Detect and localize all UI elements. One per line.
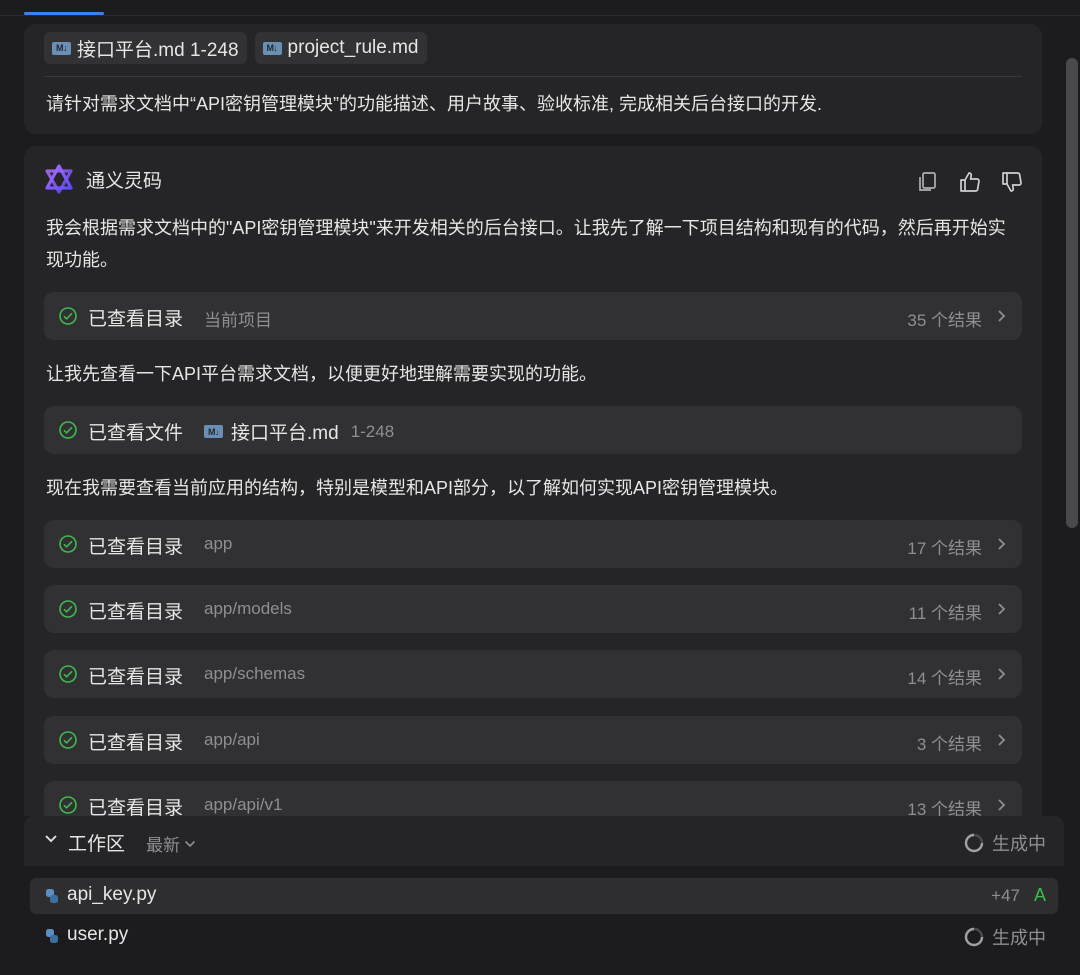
status-label: 生成中 [992, 834, 1046, 854]
result-count: 17 个结果 [907, 539, 982, 558]
chevron-right-icon [998, 668, 1006, 680]
context-chips: M↓ 接口平台.md 1-248 M↓ project_rule.md [44, 32, 427, 64]
tool-action: 已查看目录 [88, 602, 184, 623]
workspace-file-row[interactable]: user.py 生成中 [30, 918, 1058, 954]
tool-call-row[interactable]: 已查看目录 当前项目 35 个结果 [44, 292, 1022, 340]
user-message-card: M↓ 接口平台.md 1-248 M↓ project_rule.md 请针对需… [24, 24, 1042, 134]
chevron-right-icon [998, 310, 1006, 322]
active-tab-indicator [24, 12, 104, 15]
chip-label: 接口平台.md 1-248 [77, 39, 239, 61]
workspace-file-row[interactable]: api_key.py +47 A [30, 878, 1058, 914]
assistant-header: 通义灵码 [44, 164, 162, 194]
tool-target: app [204, 534, 233, 553]
context-chip-project-rule[interactable]: M↓ project_rule.md [254, 32, 427, 64]
tool-action: 已查看目录 [88, 537, 184, 558]
chevron-down-icon [184, 840, 196, 847]
scrollbar[interactable] [1066, 58, 1078, 528]
tool-call-row[interactable]: 已查看目录 app/schemas 14 个结果 [44, 650, 1022, 698]
check-circle-icon [59, 731, 77, 749]
line-range: 1-248 [350, 421, 395, 441]
assistant-response-card: 通义灵码 我会根据需求文档中的"API密钥管理模块"来开发相关的后台接口。让我先… [24, 146, 1042, 816]
chevron-right-icon [998, 538, 1006, 550]
status-label: 生成中 [992, 928, 1046, 948]
workspace-header[interactable]: 工作区 最新 生成中 [24, 816, 1064, 866]
check-circle-icon [59, 665, 77, 683]
assistant-name: 通义灵码 [86, 170, 163, 192]
file-name: 接口平台.md [231, 423, 339, 444]
context-chip-requirements[interactable]: M↓ 接口平台.md 1-248 [44, 32, 247, 64]
result-count: 3 个结果 [916, 735, 982, 754]
tool-target: app/models [204, 599, 292, 618]
assistant-paragraph: 让我先查看一下API平台需求文档，以便更好地理解需要实现的功能。 [46, 364, 598, 384]
tool-call-row[interactable]: 已查看目录 app/api/v1 13 个结果 [44, 781, 1022, 816]
sort-filter-label: 最新 [146, 836, 180, 855]
chevron-right-icon [998, 799, 1006, 811]
tool-call-row[interactable]: 已查看目录 app 17 个结果 [44, 520, 1022, 568]
tool-target: 当前项目 [204, 311, 272, 330]
file-name: api_key.py [67, 884, 157, 905]
check-circle-icon [59, 796, 77, 814]
chevron-right-icon [998, 734, 1006, 746]
check-circle-icon [59, 307, 77, 325]
thumbs-down-icon[interactable] [1000, 170, 1024, 194]
tool-call-row[interactable]: 已查看文件 M↓ 接口平台.md 1-248 [44, 406, 1022, 454]
sort-filter-dropdown[interactable]: 最新 [146, 831, 196, 856]
check-circle-icon [59, 421, 77, 439]
result-count: 14 个结果 [907, 669, 982, 688]
tool-action: 已查看目录 [88, 309, 184, 330]
tool-target: app/api/v1 [204, 795, 283, 814]
added-badge: A [1033, 885, 1046, 905]
tool-call-row[interactable]: 已查看目录 app/api 3 个结果 [44, 716, 1022, 764]
response-actions [916, 170, 1024, 194]
spinner-icon [964, 927, 984, 947]
generating-status: 生成中 [964, 924, 1046, 950]
result-count: 11 个结果 [908, 604, 982, 623]
file-reference[interactable]: M↓ 接口平台.md 1-248 [204, 418, 394, 445]
chip-label: project_rule.md [287, 37, 419, 58]
file-name: user.py [67, 924, 129, 945]
spinner-icon [964, 833, 984, 853]
result-count: 35 个结果 [907, 311, 982, 330]
tool-action: 已查看文件 [88, 423, 184, 444]
python-file-icon [46, 889, 58, 903]
workspace-title: 工作区 [68, 834, 126, 855]
markdown-icon: M↓ [52, 41, 71, 55]
tool-action: 已查看目录 [88, 798, 184, 816]
tongyi-logo-icon [45, 164, 73, 194]
workspace-panel: 工作区 最新 生成中 api_key.py +47 A user.py 生成中 [24, 816, 1064, 975]
tool-target: app/schemas [204, 664, 306, 683]
markdown-icon: M↓ [262, 41, 282, 55]
tool-action: 已查看目录 [88, 667, 184, 688]
thumbs-up-icon[interactable] [958, 170, 982, 194]
divider [44, 76, 1022, 77]
markdown-icon: M↓ [204, 425, 223, 438]
assistant-paragraph: 我会根据需求文档中的"API密钥管理模块"来开发相关的后台接口。让我先了解一下项… [46, 218, 1006, 270]
generating-status: 生成中 [964, 830, 1046, 856]
check-circle-icon [59, 600, 77, 618]
chevron-right-icon [998, 603, 1006, 615]
tool-target: app/api [204, 730, 260, 749]
top-bar [0, 0, 1080, 16]
lines-added: +47 [991, 886, 1020, 905]
copy-icon[interactable] [916, 170, 940, 194]
check-circle-icon [59, 535, 77, 553]
user-message-text: 请针对需求文档中“API密钥管理模块”的功能描述、用户故事、验收标准, 完成相关… [46, 94, 822, 114]
tool-action: 已查看目录 [88, 733, 184, 754]
assistant-paragraph: 现在我需要查看当前应用的结构，特别是模型和API部分，以了解如何实现API密钥管… [46, 478, 789, 498]
result-count: 13 个结果 [907, 800, 982, 816]
tool-call-row[interactable]: 已查看目录 app/models 11 个结果 [44, 585, 1022, 633]
chevron-down-icon[interactable] [44, 834, 58, 844]
python-file-icon [46, 929, 58, 943]
